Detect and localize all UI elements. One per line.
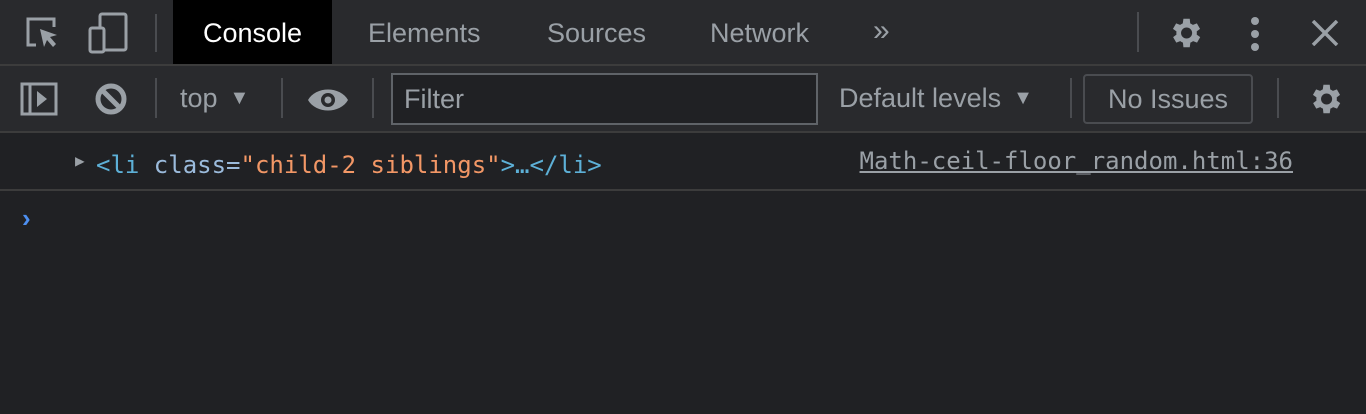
tab-elements[interactable]: Elements — [338, 0, 511, 64]
live-expression-eye-icon[interactable] — [306, 86, 350, 114]
tag-open: <li — [96, 151, 140, 179]
divider — [372, 78, 374, 118]
issues-button[interactable]: No Issues — [1083, 74, 1253, 124]
divider — [1277, 78, 1279, 118]
filter-input[interactable] — [391, 73, 818, 125]
more-tabs-icon[interactable]: » — [873, 14, 890, 48]
clear-console-icon[interactable] — [94, 82, 128, 116]
show-sidebar-icon[interactable] — [20, 82, 58, 116]
source-link[interactable]: Math-ceil-floor_random.html:36 — [860, 147, 1293, 175]
tab-console[interactable]: Console — [173, 0, 333, 64]
divider — [155, 78, 157, 118]
attr-value: "child-2 siblings" — [240, 151, 501, 179]
divider — [155, 14, 157, 52]
tab-sources[interactable]: Sources — [517, 0, 676, 64]
settings-gear-icon[interactable] — [1166, 14, 1204, 52]
close-icon[interactable] — [1311, 20, 1339, 46]
inspect-element-icon[interactable] — [24, 15, 62, 51]
console-toolbar: top ▼ Default levels ▼ No Issues — [0, 66, 1366, 133]
console-settings-icon[interactable] — [1306, 80, 1344, 118]
console-log-entry: ▶ <li class="child-2 siblings">…</li> Ma… — [0, 133, 1366, 191]
device-toolbar-icon[interactable] — [88, 12, 130, 54]
console-prompt-icon[interactable]: › — [22, 203, 31, 234]
divider — [1070, 78, 1072, 118]
expand-triangle-icon[interactable]: ▶ — [75, 151, 85, 170]
element-preview[interactable]: <li class="child-2 siblings">…</li> — [96, 151, 602, 179]
tab-network[interactable]: Network — [680, 0, 839, 64]
attr-name: class= — [139, 151, 241, 179]
log-levels-dropdown[interactable]: Default levels ▼ — [839, 83, 1033, 114]
dropdown-arrow-icon: ▼ — [229, 87, 250, 109]
divider — [281, 78, 283, 118]
context-selector[interactable]: top ▼ — [180, 83, 249, 114]
context-label: top — [180, 83, 218, 113]
more-options-icon[interactable] — [1248, 16, 1262, 52]
tag-close: >…</li> — [500, 151, 602, 179]
dropdown-arrow-icon: ▼ — [1013, 87, 1033, 109]
devtools-tabbar: Console Elements Sources Network » — [0, 0, 1366, 66]
divider — [1137, 12, 1139, 52]
log-levels-label: Default levels — [839, 83, 1002, 113]
